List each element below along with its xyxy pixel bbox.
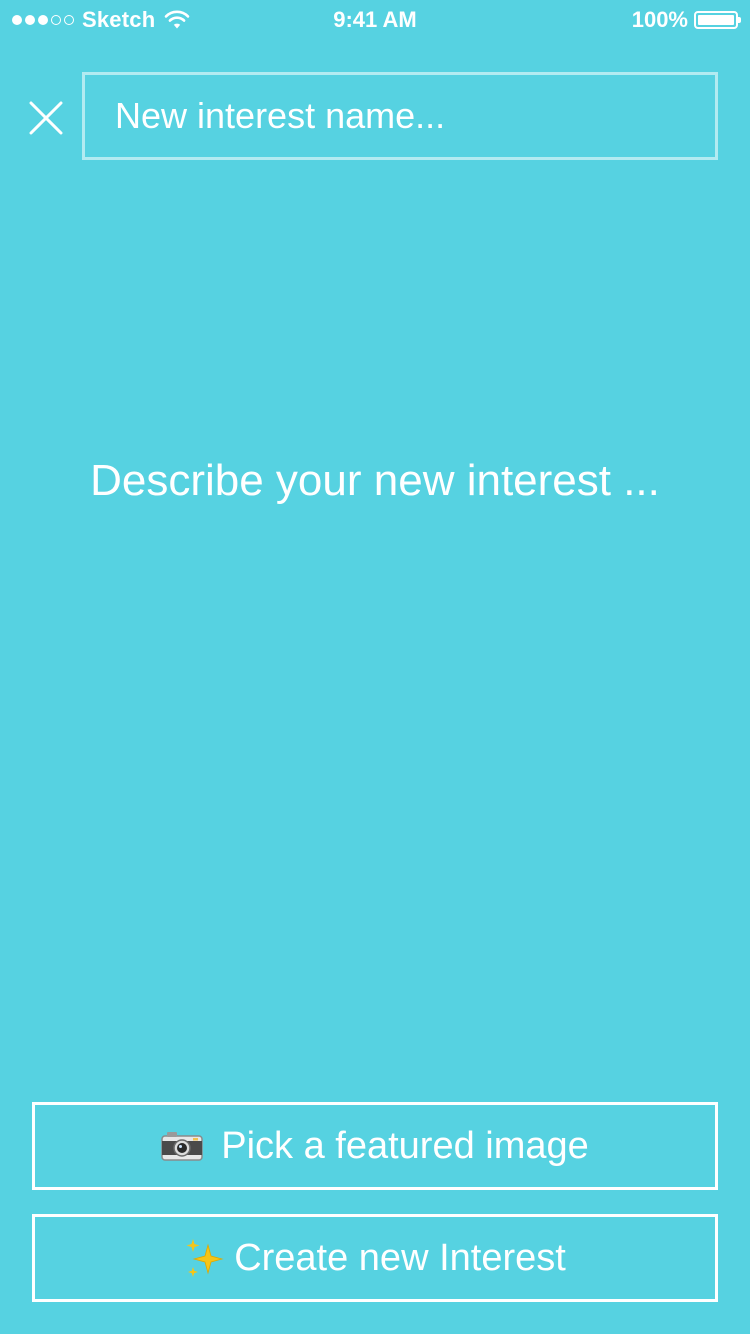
pick-featured-image-label: Pick a featured image [221,1124,589,1167]
description-input[interactable]: Describe your new interest ... [0,455,750,507]
battery-percent: 100% [631,7,688,32]
status-bar: Sketch 9:41 AM 100% [0,0,750,40]
close-icon [29,101,63,135]
create-interest-button[interactable]: Create new Interest [32,1214,718,1302]
close-button[interactable] [28,100,64,136]
create-interest-label: Create new Interest [234,1236,566,1279]
status-right: 100% [631,7,741,33]
interest-name-input[interactable] [82,72,718,160]
battery-icon [694,11,741,29]
pick-featured-image-button[interactable]: Pick a featured image [32,1102,718,1190]
battery-fill [698,15,734,25]
camera-icon [161,1132,203,1161]
sparkles-icon [186,1239,224,1277]
